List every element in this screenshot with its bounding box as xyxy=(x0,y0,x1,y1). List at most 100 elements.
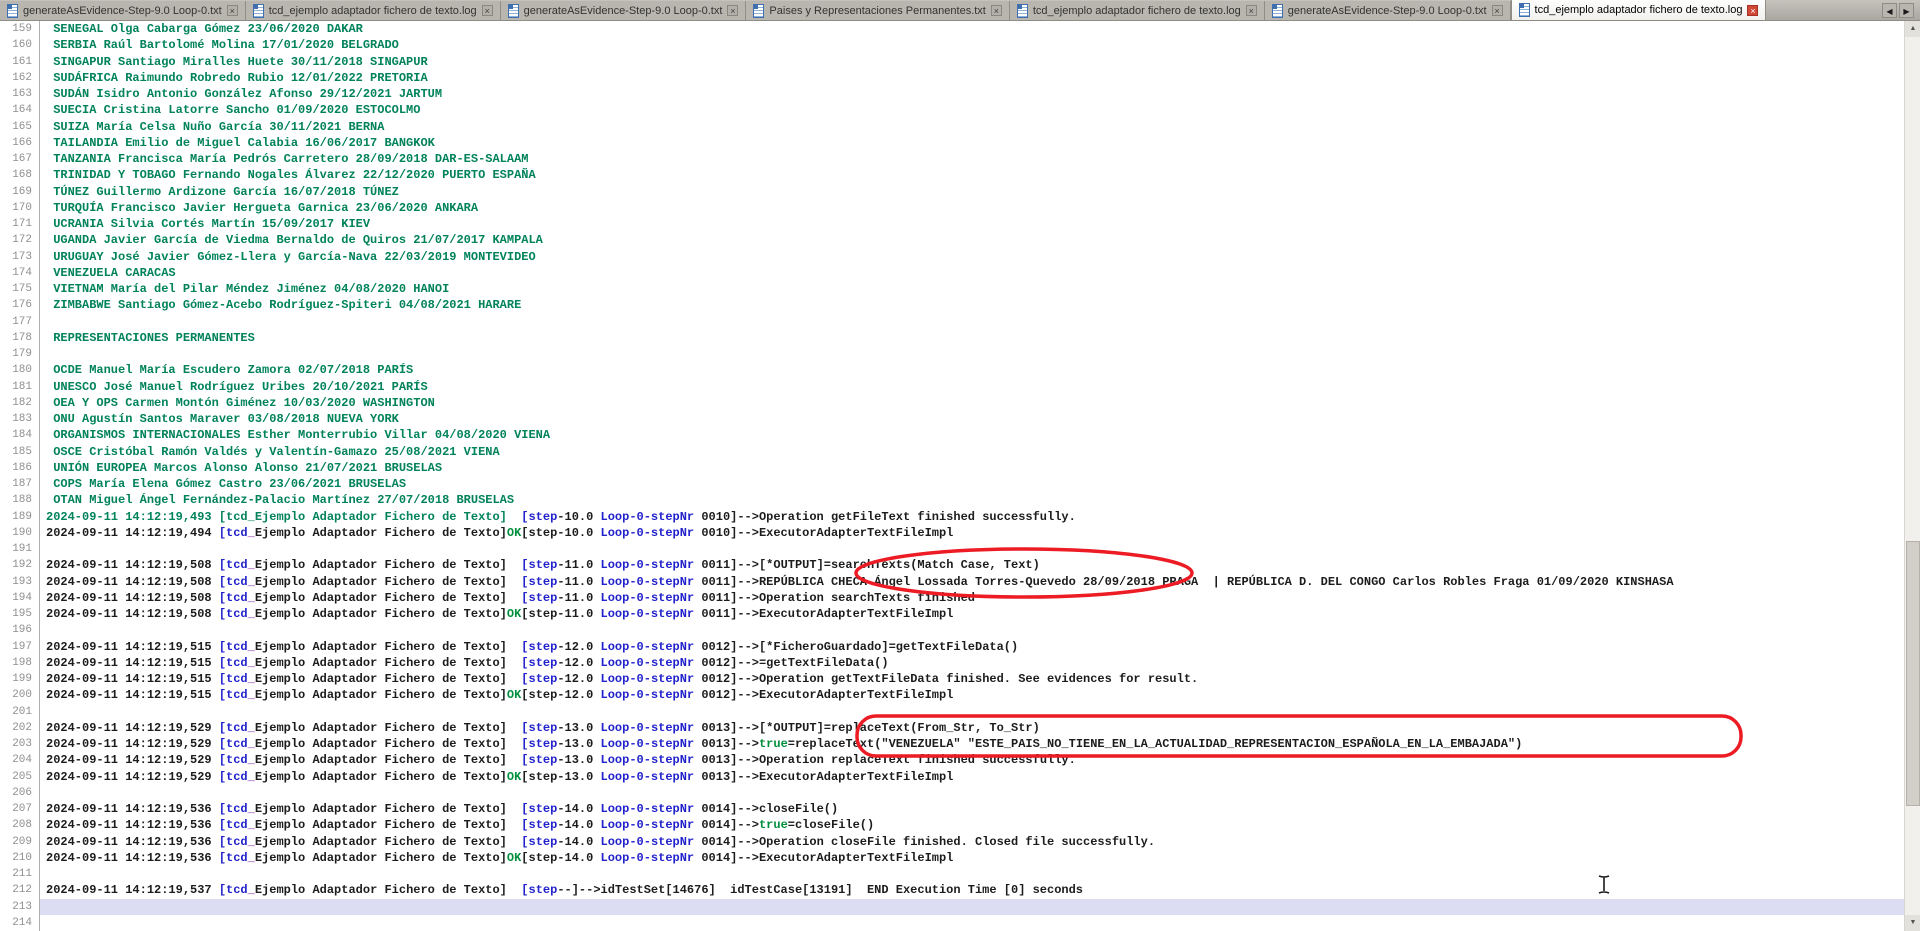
editor-line[interactable]: 172 UGANDA Javier García de Viedma Berna… xyxy=(0,232,1904,248)
tabs-container: generateAsEvidence-Step-9.0 Loop-0.txt×t… xyxy=(0,0,1766,20)
editor-line[interactable]: 1932024-09-11 14:12:19,508 [tcd_Ejemplo … xyxy=(0,574,1904,590)
line-number: 181 xyxy=(0,379,40,395)
editor-line[interactable]: 186 UNIÓN EUROPEA Marcos Alonso Alonso 2… xyxy=(0,460,1904,476)
file-icon xyxy=(253,4,264,18)
line-number: 183 xyxy=(0,411,40,427)
editor-line[interactable]: 184 ORGANISMOS INTERNACIONALES Esther Mo… xyxy=(0,427,1904,443)
editor-line[interactable]: 188 OTAN Miguel Ángel Fernández-Palacio … xyxy=(0,492,1904,508)
editor-line[interactable]: 1972024-09-11 14:12:19,515 [tcd_Ejemplo … xyxy=(0,639,1904,655)
tab-close-icon[interactable]: × xyxy=(1246,5,1257,16)
editor-line[interactable]: 2042024-09-11 14:12:19,529 [tcd_Ejemplo … xyxy=(0,752,1904,768)
editor-line[interactable]: 1922024-09-11 14:12:19,508 [tcd_Ejemplo … xyxy=(0,557,1904,573)
editor-line[interactable]: 164 SUECIA Cristina Latorre Sancho 01/09… xyxy=(0,102,1904,118)
tab-4[interactable]: Paises y Representaciones Permanentes.tx… xyxy=(746,1,1009,20)
tab-scroll-left-button[interactable]: ◀ xyxy=(1882,3,1897,18)
editor-line[interactable]: 1892024-09-11 14:12:19,493 [tcd_Ejemplo … xyxy=(0,509,1904,525)
tab-5[interactable]: tcd_ejemplo adaptador fichero de texto.l… xyxy=(1010,1,1265,20)
editor-caret-line[interactable]: 213 xyxy=(0,899,1904,915)
editor-line[interactable]: 1952024-09-11 14:12:19,508 [tcd_Ejemplo … xyxy=(0,606,1904,622)
editor-line[interactable]: 176 ZIMBABWE Santiago Gómez-Acebo Rodríg… xyxy=(0,297,1904,313)
editor-line[interactable]: 168 TRINIDAD Y TOBAGO Fernando Nogales Á… xyxy=(0,167,1904,183)
tab-scroll-right-button[interactable]: ▶ xyxy=(1899,3,1914,18)
tab-3[interactable]: generateAsEvidence-Step-9.0 Loop-0.txt× xyxy=(501,1,747,20)
editor-line[interactable]: 169 TÚNEZ Guillermo Ardizone García 16/0… xyxy=(0,184,1904,200)
line-text: SUDÁFRICA Raimundo Robredo Rubio 12/01/2… xyxy=(40,70,428,86)
scroll-down-arrow-icon[interactable]: ▼ xyxy=(1905,915,1920,931)
line-number: 176 xyxy=(0,297,40,313)
editor-line[interactable]: 174 VENEZUELA CARACAS xyxy=(0,265,1904,281)
editor-line[interactable]: 191 xyxy=(0,541,1904,557)
editor-line[interactable]: 171 UCRANIA Silvia Cortés Martín 15/09/2… xyxy=(0,216,1904,232)
editor-line[interactable]: 201 xyxy=(0,704,1904,720)
editor-line[interactable]: 2082024-09-11 14:12:19,536 [tcd_Ejemplo … xyxy=(0,817,1904,833)
tab-6[interactable]: generateAsEvidence-Step-9.0 Loop-0.txt × xyxy=(1265,1,1511,20)
editor-area[interactable]: 159 SENEGAL Olga Cabarga Gómez 23/06/202… xyxy=(0,21,1904,931)
editor-line[interactable]: 181 UNESCO José Manuel Rodríguez Uribes … xyxy=(0,379,1904,395)
editor-line[interactable]: 2052024-09-11 14:12:19,529 [tcd_Ejemplo … xyxy=(0,769,1904,785)
scroll-up-arrow-icon[interactable]: ▲ xyxy=(1905,21,1920,37)
editor-line[interactable]: 214 xyxy=(0,915,1904,931)
editor-line[interactable]: 179 xyxy=(0,346,1904,362)
editor-line[interactable]: 167 TANZANIA Francisca María Pedrós Carr… xyxy=(0,151,1904,167)
line-number: 161 xyxy=(0,54,40,70)
editor-line[interactable]: 177 xyxy=(0,314,1904,330)
tab-close-icon[interactable]: × xyxy=(482,5,493,16)
tab-close-icon[interactable]: × xyxy=(727,5,738,16)
tab-2[interactable]: tcd_ejemplo adaptador fichero de texto.l… xyxy=(246,1,501,20)
editor-line[interactable]: 175 VIETNAM María del Pilar Méndez Jimén… xyxy=(0,281,1904,297)
line-number: 203 xyxy=(0,736,40,752)
editor-line[interactable]: 166 TAILANDIA Emilio de Miguel Calabia 1… xyxy=(0,135,1904,151)
line-number: 173 xyxy=(0,249,40,265)
line-number: 160 xyxy=(0,37,40,53)
editor-line[interactable]: 173 URUGUAY José Javier Gómez-Llera y Ga… xyxy=(0,249,1904,265)
line-text: TANZANIA Francisca María Pedrós Carreter… xyxy=(40,151,528,167)
editor-line[interactable]: 182 OEA Y OPS Carmen Montón Giménez 10/0… xyxy=(0,395,1904,411)
editor-line[interactable]: 162 SUDÁFRICA Raimundo Robredo Rubio 12/… xyxy=(0,70,1904,86)
editor-line[interactable]: 2092024-09-11 14:12:19,536 [tcd_Ejemplo … xyxy=(0,834,1904,850)
line-text: TRINIDAD Y TOBAGO Fernando Nogales Álvar… xyxy=(40,167,536,183)
editor-line[interactable]: 159 SENEGAL Olga Cabarga Gómez 23/06/202… xyxy=(0,21,1904,37)
tab-close-icon[interactable]: × xyxy=(227,5,238,16)
editor-line[interactable]: 187 COPS María Elena Gómez Castro 23/06/… xyxy=(0,476,1904,492)
editor-line[interactable]: 1902024-09-11 14:12:19,494 [tcd_Ejemplo … xyxy=(0,525,1904,541)
line-number: 190 xyxy=(0,525,40,541)
line-number: 179 xyxy=(0,346,40,362)
editor-line[interactable]: 185 OSCE Cristóbal Ramón Valdés y Valent… xyxy=(0,444,1904,460)
line-number: 165 xyxy=(0,119,40,135)
line-text: SINGAPUR Santiago Miralles Huete 30/11/2… xyxy=(40,54,428,70)
editor-line[interactable]: 2002024-09-11 14:12:19,515 [tcd_Ejemplo … xyxy=(0,687,1904,703)
editor-line[interactable]: 165 SUIZA María Celsa Nuño García 30/11/… xyxy=(0,119,1904,135)
editor-line[interactable]: 163 SUDÁN Isidro Antonio González Afonso… xyxy=(0,86,1904,102)
editor-line[interactable]: 206 xyxy=(0,785,1904,801)
line-number: 202 xyxy=(0,720,40,736)
line-text: UCRANIA Silvia Cortés Martín 15/09/2017 … xyxy=(40,216,370,232)
editor-line[interactable]: 1982024-09-11 14:12:19,515 [tcd_Ejemplo … xyxy=(0,655,1904,671)
editor-line[interactable]: 160 SERBIA Raúl Bartolomé Molina 17/01/2… xyxy=(0,37,1904,53)
editor-line[interactable]: 196 xyxy=(0,622,1904,638)
editor-line[interactable]: 2102024-09-11 14:12:19,536 [tcd_Ejemplo … xyxy=(0,850,1904,866)
line-number: 175 xyxy=(0,281,40,297)
tab-close-icon[interactable]: × xyxy=(1747,5,1758,16)
line-number: 159 xyxy=(0,21,40,37)
tab-7-active[interactable]: tcd_ejemplo adaptador fichero de texto.l… xyxy=(1511,0,1767,20)
tab-close-icon[interactable]: × xyxy=(991,5,1002,16)
editor-line[interactable]: 170 TURQUÍA Francisco Javier Hergueta Ga… xyxy=(0,200,1904,216)
editor-line[interactable]: 211 xyxy=(0,866,1904,882)
editor-line[interactable]: 2032024-09-11 14:12:19,529 [tcd_Ejemplo … xyxy=(0,736,1904,752)
line-number: 198 xyxy=(0,655,40,671)
scrollbar-thumb[interactable] xyxy=(1906,541,1920,806)
editor-line[interactable]: 180 OCDE Manuel María Escudero Zamora 02… xyxy=(0,362,1904,378)
tab-label: generateAsEvidence-Step-9.0 Loop-0.txt xyxy=(1288,5,1487,17)
editor-line[interactable]: 161 SINGAPUR Santiago Miralles Huete 30/… xyxy=(0,54,1904,70)
vertical-scrollbar[interactable]: ▲ ▼ xyxy=(1904,21,1920,931)
editor-line[interactable]: 183 ONU Agustín Santos Maraver 03/08/201… xyxy=(0,411,1904,427)
tab-scroll-buttons: ◀ ▶ xyxy=(1882,3,1914,18)
editor-line[interactable]: 1992024-09-11 14:12:19,515 [tcd_Ejemplo … xyxy=(0,671,1904,687)
tab-close-icon[interactable]: × xyxy=(1492,5,1503,16)
editor-line[interactable]: 2072024-09-11 14:12:19,536 [tcd_Ejemplo … xyxy=(0,801,1904,817)
tab-1[interactable]: generateAsEvidence-Step-9.0 Loop-0.txt× xyxy=(0,1,246,20)
editor-line[interactable]: 2122024-09-11 14:12:19,537 [tcd_Ejemplo … xyxy=(0,882,1904,898)
editor-line[interactable]: 1942024-09-11 14:12:19,508 [tcd_Ejemplo … xyxy=(0,590,1904,606)
editor-line[interactable]: 178 REPRESENTACIONES PERMANENTES xyxy=(0,330,1904,346)
editor-line[interactable]: 2022024-09-11 14:12:19,529 [tcd_Ejemplo … xyxy=(0,720,1904,736)
